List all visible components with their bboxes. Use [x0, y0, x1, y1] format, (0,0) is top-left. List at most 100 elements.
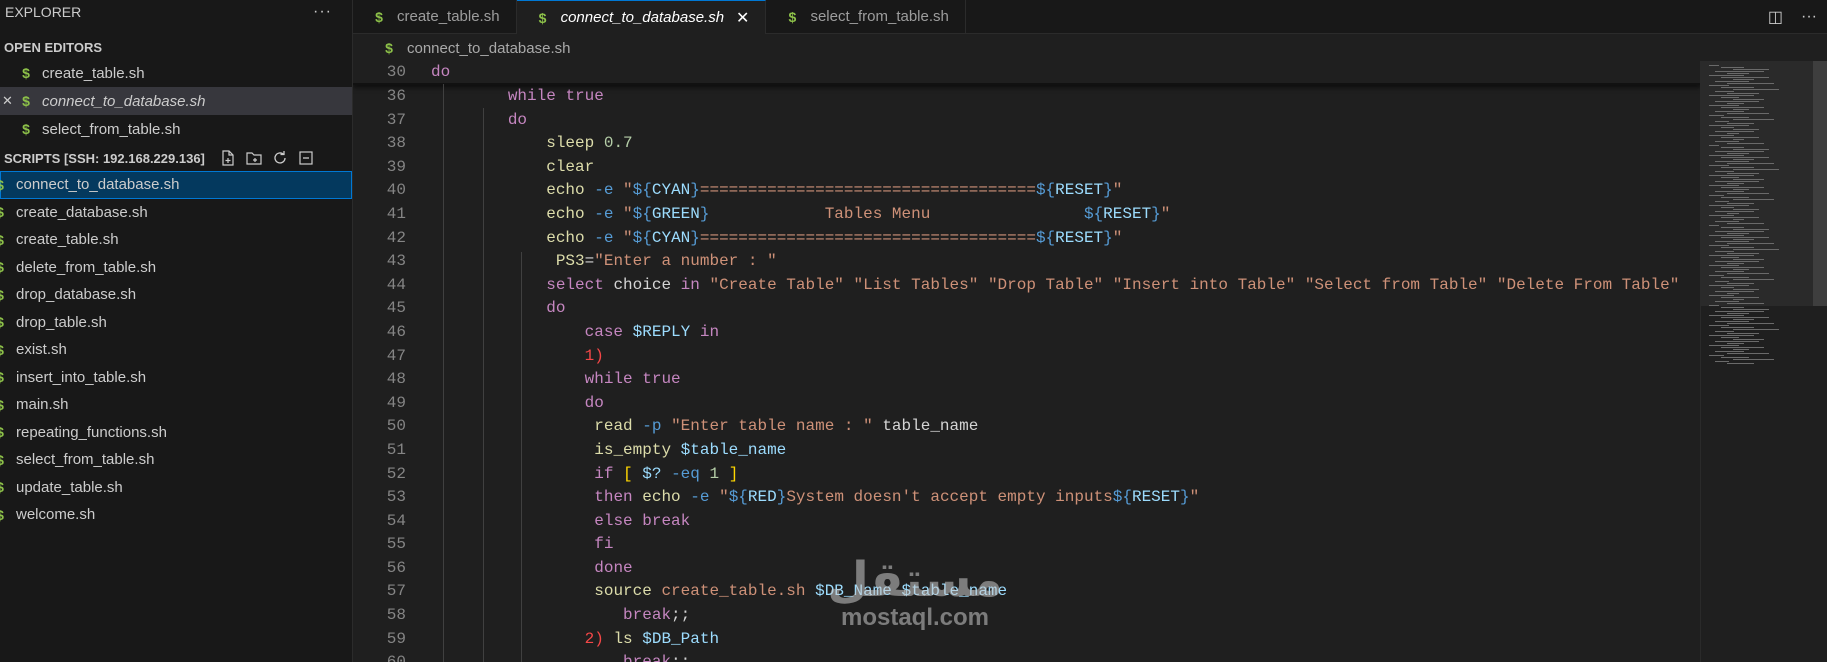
code-line[interactable]: 51 is_empty $table_name — [353, 439, 1701, 463]
file-item[interactable]: $ connect_to_database.sh — [0, 171, 352, 199]
refresh-icon[interactable] — [271, 150, 289, 166]
code-line[interactable]: 56 done — [353, 557, 1701, 581]
minimap-line — [1709, 75, 1744, 76]
tab-select-from-table[interactable]: $ select_from_table.sh — [766, 0, 966, 33]
minimap-line — [1715, 121, 1729, 122]
minimap-line — [1709, 225, 1719, 226]
file-item[interactable]: $ welcome.sh — [0, 501, 352, 529]
file-item[interactable]: $ select_from_table.sh — [0, 446, 352, 474]
code-line[interactable]: 53 then echo -e "${RED}System doesn't ac… — [353, 486, 1701, 510]
line-number: 58 — [386, 606, 406, 625]
code-line[interactable]: 39 clear — [353, 156, 1701, 180]
line-number: 49 — [386, 393, 406, 412]
shell-file-icon: $ — [22, 93, 30, 109]
code-line[interactable]: 55 fi — [353, 533, 1701, 557]
file-name: drop_database.sh — [16, 286, 137, 304]
vertical-scrollbar[interactable] — [1813, 61, 1827, 306]
code-line[interactable]: 45 do — [353, 297, 1701, 321]
folder-heading[interactable]: SCRIPTS [SSH: 192.168.229.136] — [0, 145, 352, 171]
shell-file-icon: $ — [0, 259, 6, 275]
editor-area: $ create_table.sh $ connect_to_database.sh ✕… — [353, 0, 1827, 662]
shell-file-icon: $ — [0, 369, 6, 385]
code-line[interactable]: 49 do — [353, 392, 1701, 416]
minimap-line — [1733, 129, 1759, 130]
code-line[interactable]: 47 1) — [353, 345, 1701, 369]
file-item[interactable]: $ delete_from_table.sh — [0, 254, 352, 282]
minimap-line — [1721, 267, 1764, 268]
minimap-line — [1715, 301, 1739, 302]
close-icon[interactable]: ✕ — [736, 8, 749, 28]
code-line[interactable]: 36 while true — [353, 85, 1701, 109]
code-line[interactable]: 30 do — [353, 61, 1701, 85]
tab-connect-to-database[interactable]: $ connect_to_database.sh ✕ — [516, 0, 767, 34]
minimap-line — [1733, 249, 1779, 250]
minimap-line — [1715, 131, 1754, 132]
open-editor-label: connect_to_database.sh — [42, 92, 206, 110]
minimap-line — [1715, 241, 1749, 242]
code-line[interactable]: 54 else break — [353, 510, 1701, 534]
code-line[interactable]: 48 while true — [353, 368, 1701, 392]
new-file-icon[interactable] — [219, 150, 237, 166]
minimap-line — [1715, 161, 1749, 162]
open-editor-item[interactable]: ✕ $ connect_to_database.sh — [0, 87, 352, 115]
breadcrumb[interactable]: $ connect_to_database.sh — [353, 34, 1827, 62]
code-line[interactable]: 50 read -p "Enter table name : " table_n… — [353, 415, 1701, 439]
minimap-line — [1709, 115, 1724, 116]
code-line[interactable]: 60 break;; — [353, 651, 1701, 662]
minimap-line — [1733, 339, 1764, 340]
code-line[interactable]: 58 break;; — [353, 604, 1701, 628]
shell-file-icon: $ — [0, 452, 6, 468]
file-item[interactable]: $ exist.sh — [0, 336, 352, 364]
code-text: do — [546, 299, 566, 318]
close-icon[interactable]: ✕ — [2, 93, 13, 109]
code-line[interactable]: 41 echo -e "${GREEN} Tables Menu ${RESET… — [353, 203, 1701, 227]
code-line[interactable]: 59 2) ls $DB_Path — [353, 628, 1701, 652]
shell-file-icon: $ — [538, 9, 547, 26]
minimap-line — [1727, 293, 1739, 294]
split-editor-icon[interactable]: ◫ — [1768, 7, 1783, 27]
minimap-line — [1715, 331, 1734, 332]
breadcrumb-file[interactable]: connect_to_database.sh — [407, 40, 570, 57]
minimap-line — [1709, 125, 1749, 126]
minimap-line — [1709, 145, 1719, 146]
file-item[interactable]: $ create_table.sh — [0, 226, 352, 254]
code-line[interactable]: 44 select choice in "Create Table" "List… — [353, 274, 1701, 298]
file-item[interactable]: $ create_database.sh — [0, 199, 352, 227]
file-item[interactable]: $ drop_database.sh — [0, 281, 352, 309]
file-item[interactable]: $ drop_table.sh — [0, 309, 352, 337]
minimap-line — [1709, 245, 1729, 246]
line-number: 36 — [386, 87, 406, 105]
file-name: select_from_table.sh — [16, 451, 155, 469]
file-item[interactable]: $ repeating_functions.sh — [0, 419, 352, 447]
file-item[interactable]: $ main.sh — [0, 391, 352, 419]
code-line[interactable]: 52 if [ $? -eq 1 ] — [353, 463, 1701, 487]
minimap-line — [1721, 247, 1754, 248]
minimap-slider[interactable] — [1701, 61, 1813, 306]
minimap-line — [1727, 103, 1744, 104]
minimap-line — [1727, 143, 1764, 144]
minimap-line — [1715, 291, 1754, 292]
file-item[interactable]: $ update_table.sh — [0, 474, 352, 502]
code-line[interactable]: 57 source create_table.sh $DB_Name $tabl… — [353, 580, 1701, 604]
tab-create-table[interactable]: $ create_table.sh — [353, 0, 517, 33]
code-line[interactable]: 46 case $REPLY in — [353, 321, 1701, 345]
file-name: create_table.sh — [16, 231, 119, 249]
code-view[interactable]: 30 do 36 while true 37 do 38 sleep 0.7 39 cle… — [353, 61, 1701, 662]
new-folder-icon[interactable] — [245, 150, 263, 166]
code-line[interactable]: 40 echo -e "${CYAN}=====================… — [353, 179, 1701, 203]
editor-more-icon[interactable]: ··· — [1801, 8, 1817, 26]
code-line[interactable]: 42 echo -e "${CYAN}=====================… — [353, 227, 1701, 251]
minimap[interactable] — [1700, 61, 1827, 662]
code-text: echo -e "${CYAN}========================… — [546, 181, 1123, 200]
open-editor-item[interactable]: $ select_from_table.sh — [0, 115, 352, 143]
minimap-line — [1721, 77, 1769, 78]
code-line[interactable]: 43 PS3="Enter a number : " — [353, 250, 1701, 274]
file-item[interactable]: $ insert_into_table.sh — [0, 364, 352, 392]
open-editors-heading[interactable]: OPEN EDITORS — [0, 35, 352, 59]
collapse-all-icon[interactable] — [297, 150, 315, 166]
more-actions-icon[interactable]: ··· — [313, 3, 332, 21]
minimap-line — [1727, 283, 1754, 284]
code-line[interactable]: 37 do — [353, 109, 1701, 133]
open-editor-item[interactable]: $ create_table.sh — [0, 59, 352, 87]
code-line[interactable]: 38 sleep 0.7 — [353, 132, 1701, 156]
